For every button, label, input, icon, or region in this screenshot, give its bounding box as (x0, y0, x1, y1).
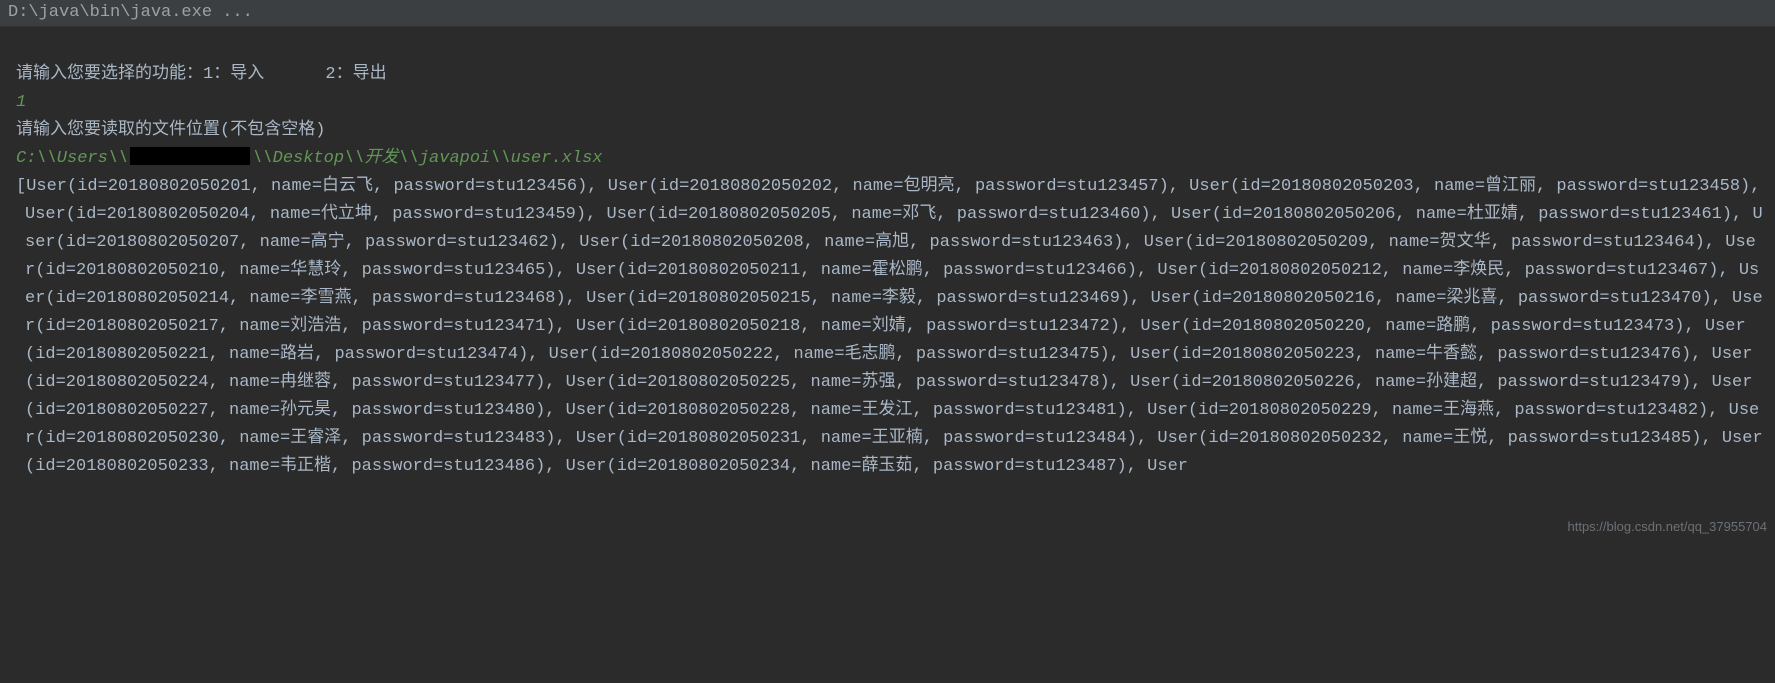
process-path: D:\java\bin\java.exe ... (8, 3, 253, 22)
user-input-choice: 1 (16, 93, 26, 112)
console-output[interactable]: 请输入您要选择的功能：1：导入 2：导出 1 请输入您要读取的文件位置(不包含空… (0, 27, 1775, 537)
run-tab-title: D:\java\bin\java.exe ... (0, 0, 1775, 27)
prompt-select: 请输入您要选择的功能：1：导入 2：导出 (16, 65, 387, 84)
output-user-list: [User(id=20180802050201, name=白云飞, passw… (16, 173, 1763, 481)
user-input-path: C:\\Users\\\\Desktop\\开发\\javapoi\\user.… (16, 149, 602, 168)
prompt-file: 请输入您要读取的文件位置(不包含空格) (16, 121, 325, 140)
redacted-block (130, 147, 250, 165)
source-watermark: https://blog.csdn.net/qq_37955704 (1568, 520, 1768, 533)
